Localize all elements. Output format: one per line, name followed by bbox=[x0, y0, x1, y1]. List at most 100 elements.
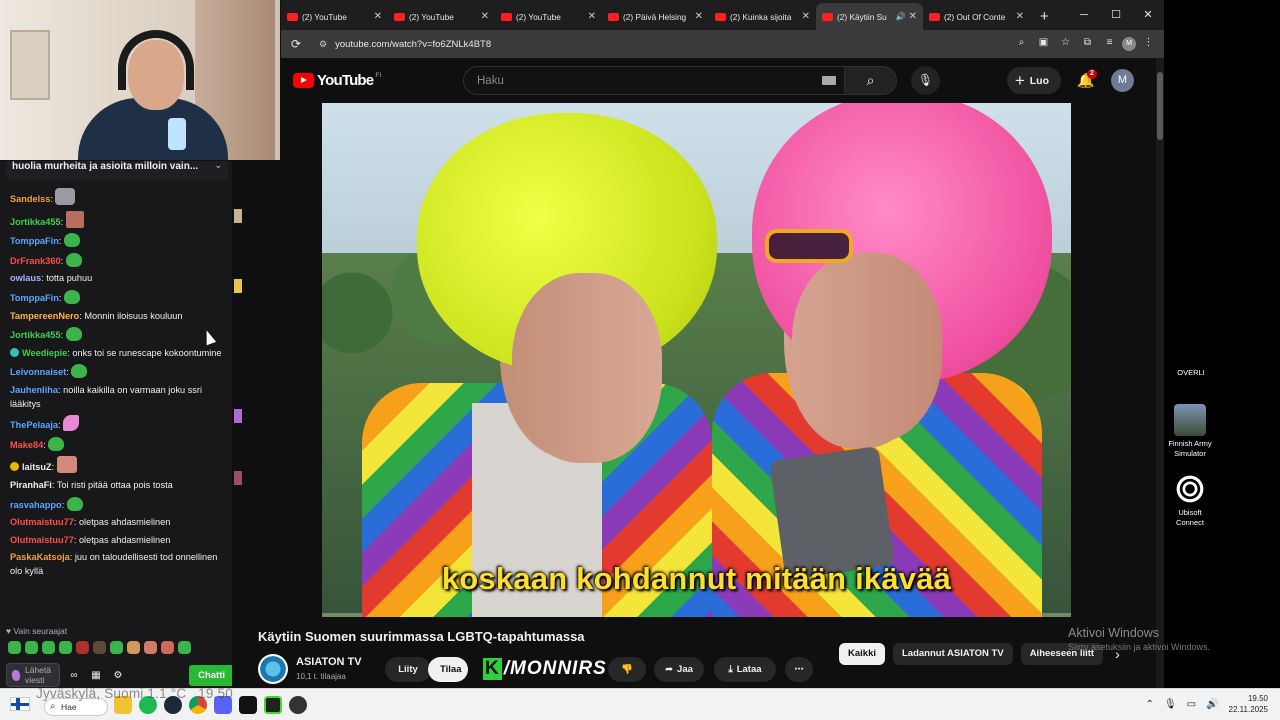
desktop-icon-ubisoft[interactable]: Ubisoft Connect bbox=[1164, 473, 1216, 528]
emote[interactable] bbox=[59, 641, 72, 654]
account-avatar[interactable]: M bbox=[1111, 69, 1134, 92]
desktop-icon-overli[interactable]: OVERLI bbox=[1165, 368, 1217, 378]
close-tab-icon[interactable]: ✕ bbox=[374, 11, 382, 22]
desktop-icon-finnish-army[interactable]: Finnish Army Simulator bbox=[1164, 404, 1216, 459]
page-scrollbar[interactable] bbox=[1156, 58, 1164, 688]
browser-tab[interactable]: (2) Kuinka sijoita ✕ bbox=[709, 3, 816, 30]
search-button[interactable]: ⌕ bbox=[845, 66, 897, 95]
channel-avatar[interactable] bbox=[258, 654, 288, 684]
emote[interactable] bbox=[144, 641, 157, 654]
chip-all[interactable]: Kaikki bbox=[839, 643, 885, 665]
chat-username[interactable]: TomppaFin bbox=[10, 236, 59, 246]
browser-tab[interactable]: (2) Out Of Conte ✕ bbox=[923, 3, 1030, 30]
close-tab-icon[interactable]: ✕ bbox=[588, 11, 596, 22]
weather-widget[interactable]: Jyväskylä, Suomi 1.1 °C 19.50 bbox=[36, 686, 233, 701]
chat-username[interactable]: Make84 bbox=[10, 440, 43, 450]
cast-icon[interactable]: ▣ bbox=[1034, 37, 1053, 51]
close-window-button[interactable]: ✕ bbox=[1132, 0, 1164, 30]
maximize-button[interactable]: ☐ bbox=[1100, 0, 1132, 30]
chat-username[interactable]: ThePelaaja bbox=[10, 420, 58, 430]
chat-input[interactable]: Lähetä viesti bbox=[6, 663, 60, 687]
reload-button[interactable]: ⟳ bbox=[281, 37, 311, 51]
chip-uploaded-by[interactable]: Ladannut ASIATON TV bbox=[893, 643, 1013, 665]
razer-icon[interactable] bbox=[264, 696, 282, 714]
browser-tab[interactable]: (2) Päivä Helsing ✕ bbox=[602, 3, 709, 30]
search-input[interactable]: Haku bbox=[463, 66, 845, 95]
tray-chevron-icon[interactable]: ⌃ bbox=[1146, 699, 1154, 710]
emote[interactable] bbox=[161, 641, 174, 654]
emote[interactable] bbox=[42, 641, 55, 654]
emote[interactable] bbox=[8, 641, 21, 654]
keyboard-icon[interactable] bbox=[822, 76, 836, 85]
address-bar[interactable]: ⚙ youtube.com/watch?v=fo6ZNLk4BT8 bbox=[311, 39, 1012, 50]
chat-username[interactable]: PaskaKatsoja bbox=[10, 552, 70, 562]
chat-send-button[interactable]: Chatti bbox=[189, 664, 234, 686]
emote[interactable] bbox=[93, 641, 106, 654]
emote[interactable] bbox=[178, 641, 191, 654]
chat-username[interactable]: rasvahappo bbox=[10, 500, 62, 510]
close-tab-icon[interactable]: ✕ bbox=[481, 11, 489, 22]
minimize-button[interactable]: ─ bbox=[1068, 0, 1100, 30]
menu-kebab-icon[interactable]: ⋮ bbox=[1139, 37, 1158, 51]
browser-tab[interactable]: (2) YouTube ✕ bbox=[281, 3, 388, 30]
obs-icon[interactable] bbox=[289, 696, 307, 714]
chat-username[interactable]: Olutmaistuu77 bbox=[10, 517, 74, 527]
close-tab-icon[interactable]: ✕ bbox=[695, 11, 703, 22]
share-button[interactable]: ➦ Jaa bbox=[654, 657, 704, 682]
settings-icon[interactable]: ⚙ bbox=[110, 670, 126, 681]
browser-tab[interactable]: (2) YouTube ✕ bbox=[495, 3, 602, 30]
subscriber-count: 10,1 t. tilaajaa bbox=[296, 672, 346, 681]
join-button[interactable]: Liity bbox=[385, 657, 431, 682]
network-icon[interactable]: ▭ bbox=[1187, 699, 1196, 710]
dislike-button[interactable]: 👎 bbox=[608, 657, 646, 682]
close-tab-icon[interactable]: ✕ bbox=[1016, 11, 1024, 22]
chat-username[interactable]: TampereenNero bbox=[10, 311, 79, 321]
video-player[interactable]: koskaan kohdannut mitään ikävää bbox=[322, 103, 1071, 617]
browser-tab[interactable]: (2) Käytiin Su 🔊 ✕ bbox=[816, 3, 923, 30]
new-tab-button[interactable]: + bbox=[1030, 3, 1059, 30]
chat-username[interactable]: TomppaFin bbox=[10, 293, 59, 303]
chat-username[interactable]: Jortikka455 bbox=[10, 330, 61, 340]
followers-only-label: ♥ Vain seuraajat bbox=[6, 626, 68, 636]
chat-username[interactable]: Leivonnaiset bbox=[10, 367, 66, 377]
emote[interactable] bbox=[110, 641, 123, 654]
emote[interactable] bbox=[127, 641, 140, 654]
subscribe-button[interactable]: Tilaa bbox=[428, 657, 468, 682]
notifications-bell-icon[interactable]: 🔔 2 bbox=[1071, 69, 1101, 89]
chat-username[interactable]: owlaus bbox=[10, 273, 41, 283]
channel-name[interactable]: ASIATON TV bbox=[296, 656, 362, 668]
zoom-icon[interactable]: ⌕ bbox=[1012, 37, 1031, 51]
profile-avatar[interactable]: M bbox=[1122, 37, 1136, 51]
gift-icon[interactable]: ▦ bbox=[88, 670, 104, 681]
site-info-icon[interactable]: ⚙ bbox=[319, 39, 327, 50]
browser-tab[interactable]: (2) YouTube ✕ bbox=[388, 3, 495, 30]
chat-username[interactable]: Sandelss bbox=[10, 194, 50, 204]
chat-username[interactable]: Olutmaistuu77 bbox=[10, 535, 74, 545]
chat-message-text: onks toi se runescape kokoontumine bbox=[72, 347, 222, 358]
chat-username[interactable]: Jauhenliha bbox=[10, 385, 58, 395]
chat-username[interactable]: PiranhaFi bbox=[10, 480, 52, 490]
create-button[interactable]: + Luo bbox=[1006, 67, 1061, 94]
download-button[interactable]: ⤓ Lataa bbox=[714, 657, 776, 682]
youtube-logo[interactable]: YouTube FI bbox=[293, 72, 463, 89]
media-control-icon[interactable]: ≡ bbox=[1100, 37, 1119, 51]
volume-icon[interactable]: 🔊 bbox=[1206, 699, 1218, 710]
infinity-icon[interactable]: ∞ bbox=[66, 670, 82, 681]
emote[interactable] bbox=[25, 641, 38, 654]
bookmark-star-icon[interactable]: ☆ bbox=[1056, 37, 1075, 51]
pinned-message[interactable]: huolia murheita ja asioita milloin vain.… bbox=[6, 158, 228, 180]
voice-search-icon[interactable]: 🎙 bbox=[911, 66, 940, 95]
chat-username[interactable]: DrFrank360 bbox=[10, 256, 61, 266]
chat-username[interactable]: laitsuZ bbox=[22, 462, 52, 472]
mic-tray-icon[interactable]: 🎙 bbox=[1164, 699, 1177, 710]
speaker-icon[interactable]: 🔊 bbox=[896, 12, 906, 21]
clock[interactable]: 19.50 22.11.2025 bbox=[1229, 693, 1268, 715]
extensions-icon[interactable]: ⧉ bbox=[1078, 37, 1097, 51]
chat-username[interactable]: Jortikka455 bbox=[10, 217, 61, 227]
more-options-button[interactable]: ⋯ bbox=[785, 657, 813, 682]
close-tab-icon[interactable]: ✕ bbox=[909, 11, 917, 22]
emote[interactable] bbox=[76, 641, 89, 654]
chat-username[interactable]: Weediepie bbox=[22, 348, 67, 358]
x-app-icon[interactable] bbox=[239, 696, 257, 714]
close-tab-icon[interactable]: ✕ bbox=[802, 11, 810, 22]
